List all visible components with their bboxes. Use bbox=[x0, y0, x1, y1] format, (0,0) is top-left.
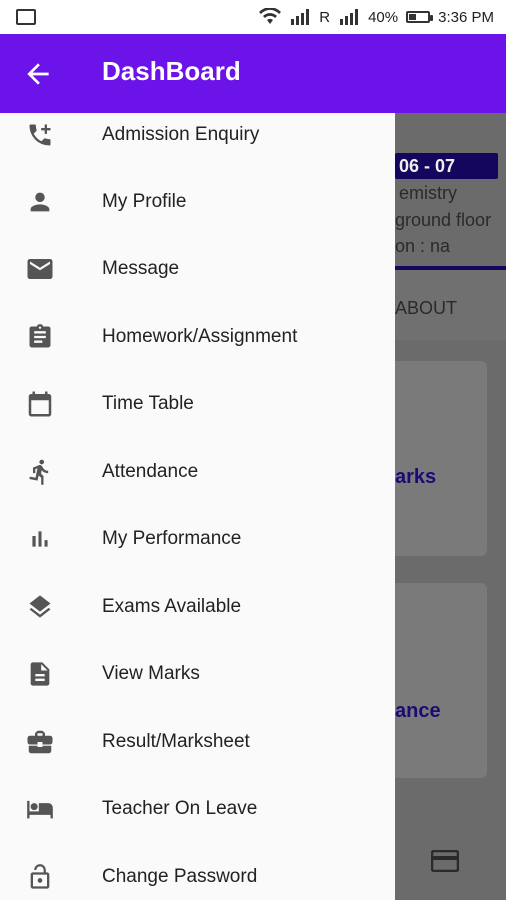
wifi-icon bbox=[259, 8, 282, 26]
drawer-item-label: Exams Available bbox=[102, 595, 242, 617]
person-icon bbox=[24, 186, 56, 218]
bar-chart-icon bbox=[24, 523, 56, 555]
performance-card[interactable] bbox=[395, 583, 487, 778]
drawer-item-exams-available[interactable]: Exams Available bbox=[0, 573, 395, 640]
drawer-item-attendance[interactable]: Attendance bbox=[0, 438, 395, 505]
status-bar: R 40% 3:36 PM bbox=[0, 0, 506, 34]
bg-line-3: on : na bbox=[395, 236, 451, 256]
drawer-item-label: Message bbox=[102, 257, 180, 279]
marks-card-label: arks bbox=[395, 466, 437, 488]
clipboard-icon bbox=[24, 321, 56, 353]
tab-about[interactable]: ABOUT bbox=[395, 298, 457, 319]
drawer-item-my-performance[interactable]: My Performance bbox=[0, 505, 395, 572]
drawer-item-label: Time Table bbox=[102, 392, 194, 414]
mail-icon bbox=[24, 253, 56, 285]
drawer-item-admission-enquiry[interactable]: Admission Enquiry bbox=[0, 101, 395, 168]
drawer-item-label: Attendance bbox=[102, 460, 199, 482]
carrier-label: R bbox=[319, 8, 331, 26]
background-content: 06 - 07 emistry ground floor on : na ABO… bbox=[395, 113, 506, 900]
drawer-item-view-marks[interactable]: View Marks bbox=[0, 640, 395, 707]
signal-icon bbox=[338, 8, 360, 26]
drawer-item-label: Change Password bbox=[102, 865, 258, 887]
drawer-item-my-profile[interactable]: My Profile bbox=[0, 168, 395, 235]
drawer-item-label: Homework/Assignment bbox=[102, 325, 298, 347]
card-icon[interactable] bbox=[431, 850, 459, 872]
drawer-item-time-table[interactable]: Time Table bbox=[0, 370, 395, 437]
battery-percent: 40% bbox=[368, 8, 399, 26]
calendar-icon bbox=[24, 388, 56, 420]
drawer-item-result-marksheet[interactable]: Result/Marksheet bbox=[0, 708, 395, 775]
drawer-item-label: My Profile bbox=[102, 190, 187, 212]
drawer-item-change-password[interactable]: Change Password bbox=[0, 843, 395, 900]
date-chip-label: 06 - 07 bbox=[399, 156, 456, 176]
page-title: DashBoard bbox=[102, 56, 241, 86]
drawer-item-label: Result/Marksheet bbox=[102, 730, 250, 752]
bed-icon bbox=[24, 793, 56, 825]
running-person-icon bbox=[24, 456, 56, 488]
performance-card-label: ance bbox=[395, 700, 441, 722]
clock: 3:36 PM bbox=[438, 8, 494, 26]
battery-icon bbox=[406, 11, 434, 23]
navigation-drawer: Admission Enquiry My Profile Message Hom… bbox=[0, 113, 395, 900]
drawer-item-label: Teacher On Leave bbox=[102, 797, 258, 819]
layers-icon bbox=[24, 591, 56, 623]
marks-card[interactable] bbox=[395, 361, 487, 556]
bg-line-1: emistry bbox=[399, 183, 457, 203]
briefcase-icon bbox=[24, 726, 56, 758]
drawer-item-homework[interactable]: Homework/Assignment bbox=[0, 303, 395, 370]
phone-add-icon bbox=[24, 119, 56, 151]
image-icon bbox=[16, 9, 36, 25]
document-icon bbox=[24, 658, 56, 690]
drawer-item-teacher-on-leave[interactable]: Teacher On Leave bbox=[0, 775, 395, 842]
bg-line-2: ground floor bbox=[395, 210, 492, 230]
drawer-item-message[interactable]: Message bbox=[0, 235, 395, 302]
drawer-item-label: View Marks bbox=[102, 662, 200, 684]
status-right: R 40% 3:36 PM bbox=[259, 8, 494, 26]
lock-open-icon bbox=[24, 861, 56, 893]
drawer-item-label: Admission Enquiry bbox=[102, 123, 260, 145]
drawer-item-label: My Performance bbox=[102, 527, 242, 549]
back-arrow-icon[interactable] bbox=[22, 58, 54, 90]
signal-icon bbox=[289, 8, 311, 26]
